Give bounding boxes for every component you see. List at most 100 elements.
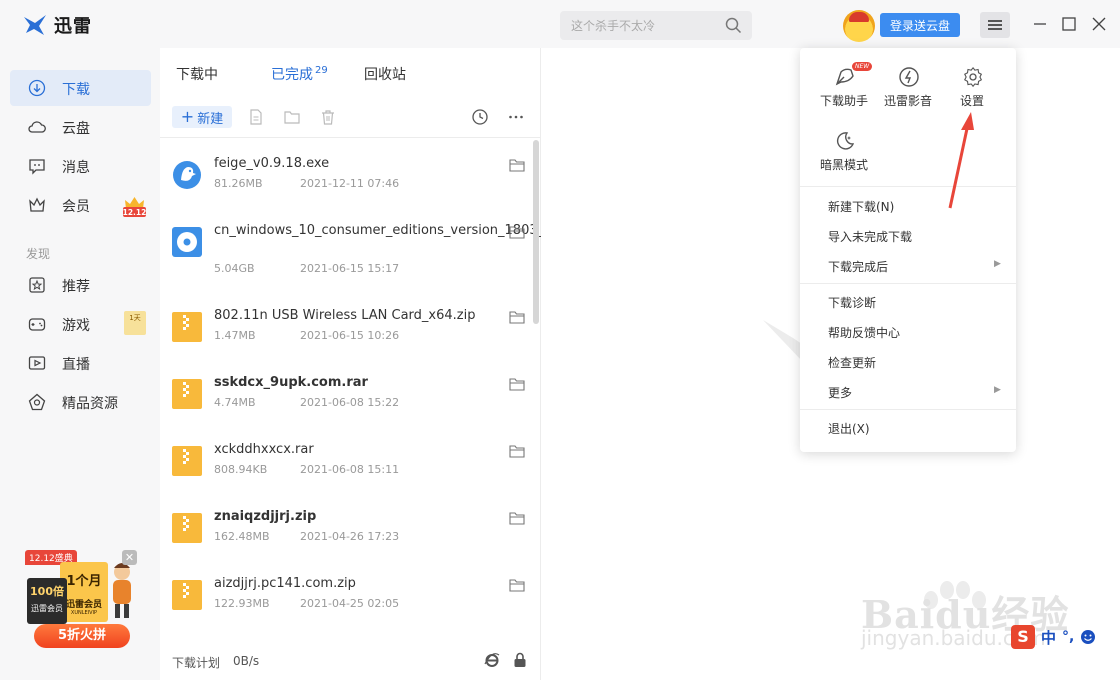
file-size: 81.26MB (214, 177, 263, 190)
menu-item-after-download[interactable]: 下载完成后 ▶ (800, 251, 1016, 281)
file-name: 802.11n USB Wireless LAN Card_x64.zip (214, 308, 476, 323)
sidebar: 下载 云盘 消息 会员 12.12 发现 推荐 游戏 1天 直播 精品资源 12… (0, 48, 160, 680)
file-row[interactable]: xckddhxxcx.rar 808.94KB 2021-06-08 15:11 (160, 434, 532, 501)
open-folder-icon[interactable] (509, 310, 525, 324)
close-icon[interactable] (1089, 14, 1109, 34)
gamepad-icon (28, 318, 46, 331)
search-icon[interactable] (725, 17, 742, 34)
menu-item-more[interactable]: 更多 ▶ (800, 377, 1016, 407)
file-row[interactable]: 802.11n USB Wireless LAN Card_x64.zip 1.… (160, 300, 532, 367)
menu-item-diagnostics[interactable]: 下载诊断 (800, 287, 1016, 317)
search-box[interactable]: 这个杀手不太冷 (560, 11, 752, 40)
file-name: aizdjjrj.pc141.com.zip (214, 576, 356, 591)
clock-icon[interactable] (471, 108, 489, 126)
game-promo-badge: 1天 (124, 311, 146, 335)
open-folder-icon[interactable] (509, 444, 525, 458)
smiley-icon[interactable] (1080, 629, 1096, 645)
crown-icon (29, 197, 45, 212)
open-folder-icon[interactable] (283, 108, 301, 126)
menu-divider (800, 409, 1016, 410)
file-name: znaiqzdjjrj.zip (214, 509, 317, 524)
file-name: xckddhxxcx.rar (214, 442, 314, 457)
menu-tile-player[interactable]: 迅雷影音 (876, 48, 940, 108)
promo-close-icon[interactable]: ✕ (122, 550, 137, 565)
download-plan-link[interactable]: 下载计划 (172, 654, 220, 671)
file-row[interactable]: feige_v0.9.18.exe 81.26MB 2021-12-11 07:… (160, 148, 532, 215)
sidebar-item-label: 游戏 (62, 318, 90, 334)
menu-item-check-updates[interactable]: 检查更新 (800, 347, 1016, 377)
title-bar: 迅雷 这个杀手不太冷 登录送云盘 (0, 0, 1120, 48)
open-folder-icon[interactable] (509, 158, 525, 172)
login-button[interactable]: 登录送云盘 (880, 13, 960, 37)
promo-duration-sub: 迅雷会员 (65, 600, 102, 610)
menu-tile-settings[interactable]: 设置 (940, 48, 1004, 108)
open-folder-icon[interactable] (509, 225, 525, 239)
sidebar-item-download[interactable]: 下载 (10, 70, 151, 106)
plus-icon: + (180, 107, 195, 126)
menu-item-new-download[interactable]: 新建下载(N) (800, 191, 1016, 221)
open-folder-icon[interactable] (509, 578, 525, 592)
gear-icon (964, 66, 983, 88)
sidebar-item-label: 直播 (62, 357, 90, 373)
star-icon (29, 277, 45, 293)
menu-tile-label: 设置 (959, 94, 984, 108)
new-download-button[interactable]: + 新建 (172, 106, 232, 128)
promo-multiplier-card: 100倍 迅雷会员 (27, 578, 67, 624)
ime-language[interactable]: 中 (1041, 627, 1056, 648)
minimize-icon[interactable] (1030, 14, 1050, 34)
sidebar-item-label: 下载 (62, 82, 90, 98)
more-icon[interactable] (507, 108, 525, 126)
open-folder-icon[interactable] (509, 377, 525, 391)
sidebar-item-messages[interactable]: 消息 (10, 148, 151, 184)
sidebar-item-cloud[interactable]: 云盘 (10, 109, 151, 145)
ime-logo[interactable]: S (1011, 625, 1035, 649)
menu-tile-label: 下载助手 (819, 94, 868, 108)
tab-recycle-bin[interactable]: 回收站 (364, 64, 406, 84)
menu-tile-dark-mode[interactable]: 暗黑模式 (812, 112, 876, 172)
vip-badge-text: 12.12 (123, 208, 147, 217)
file-row[interactable]: aizdjjrj.pc141.com.zip 122.93MB 2021-04-… (160, 568, 532, 635)
sidebar-item-resources[interactable]: 精品资源 (10, 384, 151, 420)
menu-tile-label: 暗黑模式 (819, 158, 868, 172)
tab-downloading[interactable]: 下载中 (176, 64, 218, 84)
file-name: sskdcx_9upk.com.rar (214, 375, 368, 390)
menu-item-help-feedback[interactable]: 帮助反馈中心 (800, 317, 1016, 347)
file-row[interactable]: cn_windows_10_consumer_editions_version_… (160, 215, 802, 282)
zip-file-icon (172, 513, 202, 543)
browser-icon[interactable] (484, 652, 500, 668)
file-date: 2021-06-08 15:11 (300, 463, 400, 476)
ime-toolbar[interactable]: S 中 °, (1011, 624, 1120, 650)
menu-item-import-unfinished[interactable]: 导入未完成下载 (800, 221, 1016, 251)
disc-image-file-icon (172, 227, 202, 257)
app-name: 迅雷 (54, 16, 92, 37)
download-list-panel: 下载中 已完成 29 回收站 + 新建 feige_v0.9.18.exe 81… (160, 48, 802, 680)
menu-tile-download-assistant[interactable]: NEW 下载助手 (812, 48, 876, 108)
zip-file-icon (172, 379, 202, 409)
ime-punctuation[interactable]: °, (1062, 629, 1074, 645)
lock-icon[interactable] (513, 652, 527, 668)
delete-icon[interactable] (319, 108, 337, 126)
tab-completed[interactable]: 已完成 29 (271, 64, 328, 84)
promo-cta-button[interactable]: 5折火拼 (34, 624, 130, 648)
player-icon (899, 67, 919, 87)
search-placeholder[interactable]: 这个杀手不太冷 (571, 17, 655, 34)
file-date: 2021-06-08 15:22 (300, 396, 400, 409)
zip-file-icon (172, 446, 202, 476)
menu-item-exit[interactable]: 退出(X) (800, 413, 1016, 443)
file-name: cn_windows_10_consumer_editions_version_… (214, 223, 802, 238)
promo-banner[interactable]: 12.12盛典 1个月 迅雷会员 XUNLEIVIP 100倍 迅雷会员 5折火… (22, 550, 140, 650)
sidebar-item-recommend[interactable]: 推荐 (10, 267, 151, 303)
sidebar-item-live[interactable]: 直播 (10, 345, 151, 381)
list-scrollbar[interactable] (533, 140, 539, 324)
file-icon[interactable] (247, 108, 265, 126)
main-menu-button[interactable] (980, 12, 1010, 38)
open-folder-icon[interactable] (509, 511, 525, 525)
file-size: 5.04GB (214, 262, 255, 275)
file-row[interactable]: sskdcx_9upk.com.rar 4.74MB 2021-06-08 15… (160, 367, 532, 434)
file-row[interactable]: znaiqzdjjrj.zip 162.48MB 2021-04-26 17:2… (160, 501, 532, 568)
file-date: 2021-12-11 07:46 (300, 177, 400, 190)
maximize-icon[interactable] (1059, 14, 1079, 34)
avatar[interactable] (843, 10, 875, 42)
menu-divider (800, 186, 1016, 187)
app-logo: 迅雷 (22, 12, 92, 38)
